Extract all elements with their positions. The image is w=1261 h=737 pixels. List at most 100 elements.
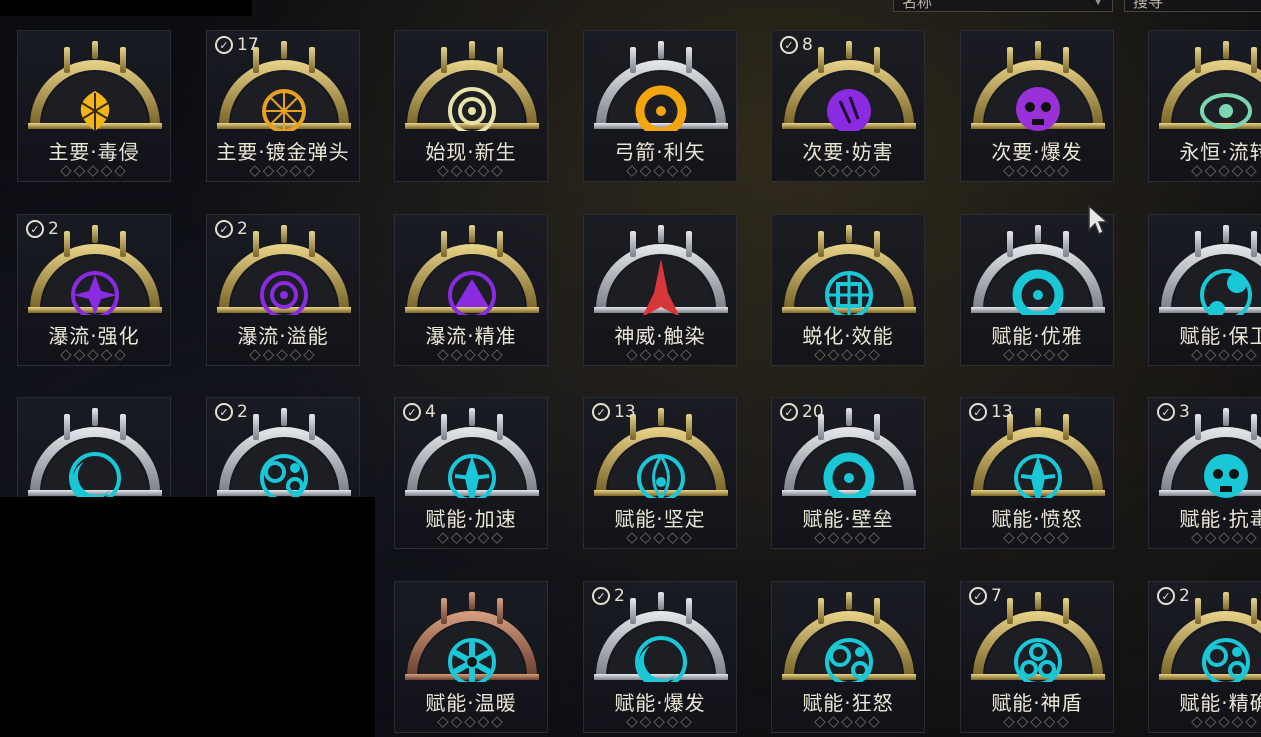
owned-count: 2: [237, 219, 248, 239]
mod-rank: ◇◇◇◇◇: [60, 161, 128, 179]
search-dropdown-value: 搜寻: [1133, 0, 1164, 11]
owned-count-badge: ✓ 2: [1157, 586, 1190, 606]
mod-card[interactable]: ✓ 3 赋能·抗毒 ◇◇◇◇◇: [1148, 397, 1261, 549]
owned-count: 17: [237, 35, 259, 55]
check-icon: ✓: [1157, 403, 1175, 421]
owned-count: 13: [991, 402, 1013, 422]
mod-card[interactable]: 蜕化·效能 ◇◇◇◇◇: [771, 214, 925, 366]
owned-count-badge: ✓ 13: [592, 402, 636, 422]
mod-icon: [971, 41, 1105, 131]
mod-card[interactable]: 赋能·温暖 ◇◇◇◇◇: [394, 581, 548, 733]
mod-card[interactable]: ✓ 20 赋能·壁垒 ◇◇◇◇◇: [771, 397, 925, 549]
mod-rank: ◇◇◇◇◇: [437, 161, 505, 179]
mod-rank: ◇◇◇◇◇: [1191, 161, 1259, 179]
mod-rank: ◇◇◇◇◇: [437, 528, 505, 546]
mod-card[interactable]: ✓ 8 次要·妨害 ◇◇◇◇◇: [771, 30, 925, 182]
owned-count-badge: ✓ 13: [969, 402, 1013, 422]
mod-rank: ◇◇◇◇◇: [626, 712, 694, 730]
check-icon: ✓: [215, 403, 233, 421]
sort-dropdown[interactable]: 名称 ▼: [893, 0, 1113, 12]
mod-rank: ◇◇◇◇◇: [249, 345, 317, 363]
mod-rank: ◇◇◇◇◇: [814, 161, 882, 179]
owned-count-badge: ✓ 3: [1157, 402, 1190, 422]
mod-card[interactable]: ✓ 13 赋能·愤怒 ◇◇◇◇◇: [960, 397, 1114, 549]
owned-count-badge: ✓ 8: [780, 35, 813, 55]
check-icon: ✓: [592, 403, 610, 421]
check-icon: ✓: [215, 220, 233, 238]
check-icon: ✓: [780, 36, 798, 54]
mod-rank: ◇◇◇◇◇: [814, 528, 882, 546]
mod-card[interactable]: 永恒·流转 ◇◇◇◇◇: [1148, 30, 1261, 182]
mod-rank: ◇◇◇◇◇: [1003, 161, 1071, 179]
owned-count-badge: ✓ 2: [26, 219, 59, 239]
check-icon: ✓: [403, 403, 421, 421]
mod-icon: [28, 408, 162, 498]
occluded-region: [0, 497, 375, 737]
mod-icon: [405, 592, 539, 682]
check-icon: ✓: [780, 403, 798, 421]
owned-count: 13: [614, 402, 636, 422]
mod-rank: ◇◇◇◇◇: [1003, 528, 1071, 546]
mod-card[interactable]: 赋能·保卫 ◇◇◇◇◇: [1148, 214, 1261, 366]
owned-count: 2: [237, 402, 248, 422]
mod-rank: ◇◇◇◇◇: [626, 161, 694, 179]
mod-icon: [594, 41, 728, 131]
mod-rank: ◇◇◇◇◇: [1003, 345, 1071, 363]
mod-icon: [1159, 225, 1261, 315]
check-icon: ✓: [592, 587, 610, 605]
mod-card[interactable]: ✓ 13 赋能·坚定 ◇◇◇◇◇: [583, 397, 737, 549]
mod-card[interactable]: ✓ 2 赋能·爆发 ◇◇◇◇◇: [583, 581, 737, 733]
mod-icon: [971, 225, 1105, 315]
check-icon: ✓: [969, 587, 987, 605]
mod-rank: ◇◇◇◇◇: [1003, 712, 1071, 730]
mod-card[interactable]: ✓ 2 瀑流·强化 ◇◇◇◇◇: [17, 214, 171, 366]
mod-card[interactable]: 弓箭·利矢 ◇◇◇◇◇: [583, 30, 737, 182]
mod-rank: ◇◇◇◇◇: [1191, 345, 1259, 363]
owned-count: 7: [991, 586, 1002, 606]
search-dropdown[interactable]: 搜寻: [1124, 0, 1261, 12]
mod-card[interactable]: 赋能·优雅 ◇◇◇◇◇: [960, 214, 1114, 366]
mod-card[interactable]: 瀑流·精准 ◇◇◇◇◇: [394, 214, 548, 366]
mod-card[interactable]: ✓ 4 赋能·加速 ◇◇◇◇◇: [394, 397, 548, 549]
mod-rank: ◇◇◇◇◇: [814, 712, 882, 730]
mod-rank: ◇◇◇◇◇: [626, 528, 694, 546]
owned-count-badge: ✓ 17: [215, 35, 259, 55]
mod-icon: [782, 592, 916, 682]
owned-count: 20: [802, 402, 824, 422]
owned-count: 3: [1179, 402, 1190, 422]
mod-card[interactable]: 始现·新生 ◇◇◇◇◇: [394, 30, 548, 182]
mod-rank: ◇◇◇◇◇: [1191, 712, 1259, 730]
mod-card[interactable]: 神威·触染 ◇◇◇◇◇: [583, 214, 737, 366]
mod-rank: ◇◇◇◇◇: [1191, 528, 1259, 546]
mod-card[interactable]: 赋能·狂怒 ◇◇◇◇◇: [771, 581, 925, 733]
mod-icon: [1159, 41, 1261, 129]
mod-icon: [405, 225, 539, 315]
owned-count-badge: ✓ 2: [592, 586, 625, 606]
mod-rank: ◇◇◇◇◇: [437, 345, 505, 363]
mod-card[interactable]: 次要·爆发 ◇◇◇◇◇: [960, 30, 1114, 182]
owned-count-badge: ✓ 2: [215, 402, 248, 422]
mouse-cursor-icon: [1088, 204, 1109, 236]
owned-count: 2: [1179, 586, 1190, 606]
owned-count: 2: [48, 219, 59, 239]
mod-icon: [594, 225, 728, 315]
mod-rank: ◇◇◇◇◇: [60, 345, 128, 363]
check-icon: ✓: [215, 36, 233, 54]
check-icon: ✓: [26, 220, 44, 238]
check-icon: ✓: [969, 403, 987, 421]
mod-rank: ◇◇◇◇◇: [626, 345, 694, 363]
mod-card[interactable]: 主要·毒侵 ◇◇◇◇◇: [17, 30, 171, 182]
owned-count: 2: [614, 586, 625, 606]
check-icon: ✓: [1157, 587, 1175, 605]
sort-dropdown-value: 名称: [902, 0, 933, 11]
mod-card[interactable]: ✓ 7 赋能·神盾 ◇◇◇◇◇: [960, 581, 1114, 733]
mod-card[interactable]: ✓ 2 赋能·精确 ◇◇◇◇◇: [1148, 581, 1261, 733]
mod-card[interactable]: ✓ 2 瀑流·溢能 ◇◇◇◇◇: [206, 214, 360, 366]
owned-count-badge: ✓ 20: [780, 402, 824, 422]
mod-card[interactable]: ✓ 17 主要·镀金弹头 ◇◇◇◇◇: [206, 30, 360, 182]
mod-icon: [782, 225, 916, 315]
owned-count: 8: [802, 35, 813, 55]
owned-count-badge: ✓ 7: [969, 586, 1002, 606]
owned-count-badge: ✓ 2: [215, 219, 248, 239]
owned-count: 4: [425, 402, 436, 422]
